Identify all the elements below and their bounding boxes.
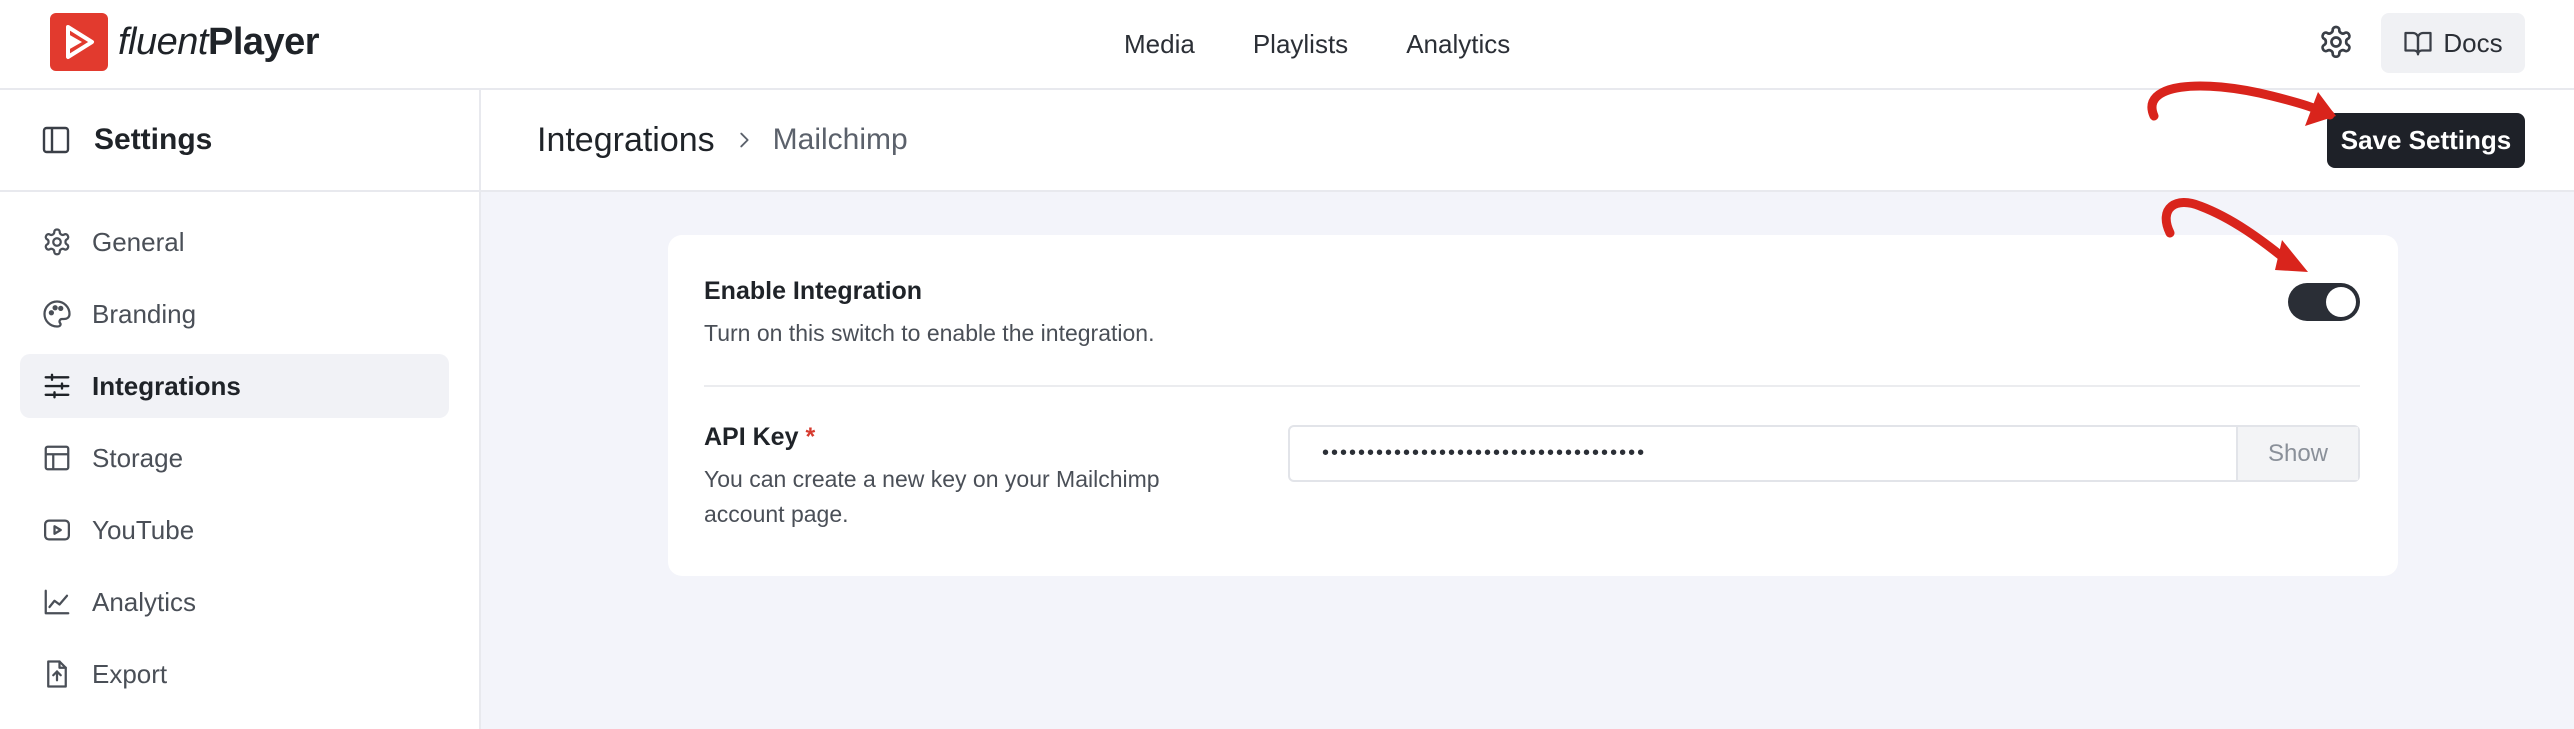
sliders-icon bbox=[44, 373, 70, 399]
sidebar-menu: General Branding Integrations Storage Yo… bbox=[0, 192, 479, 706]
sidebar-item-storage[interactable]: Storage bbox=[20, 426, 449, 490]
enable-integration-desc: Turn on this switch to enable the integr… bbox=[704, 320, 1155, 346]
settings-gear-icon[interactable] bbox=[2316, 22, 2356, 62]
settings-sidebar: Settings General Branding Integrations S… bbox=[0, 90, 481, 729]
sidebar-item-label: Branding bbox=[92, 298, 197, 329]
api-key-desc: You can create a new key on your Mailchi… bbox=[704, 466, 1160, 527]
gear-icon bbox=[44, 228, 70, 256]
trend-chart-icon bbox=[44, 589, 70, 615]
top-nav: Media Playlists Analytics bbox=[1124, 0, 1510, 88]
sidebar-item-youtube[interactable]: YouTube bbox=[20, 498, 449, 562]
sidebar-item-label: General bbox=[92, 226, 185, 257]
breadcrumb-current: Mailchimp bbox=[772, 123, 908, 156]
sidebar-item-export[interactable]: Export bbox=[20, 642, 449, 706]
sidebar-title: Settings bbox=[94, 123, 213, 156]
breadcrumb: Integrations Mailchimp bbox=[537, 90, 908, 190]
logo-play-icon bbox=[50, 13, 108, 71]
layout-icon bbox=[44, 445, 70, 471]
api-key-field: •••••••••••••••••••••••••••••••••••• Sho… bbox=[1288, 425, 2360, 482]
export-file-icon bbox=[47, 660, 67, 688]
docs-button[interactable]: Docs bbox=[2381, 13, 2525, 73]
chevron-right-icon bbox=[740, 132, 749, 148]
enable-integration-row: Enable Integration Turn on this switch t… bbox=[704, 277, 1154, 351]
main-content: Integrations Mailchimp Save Settings Ena… bbox=[481, 90, 2574, 729]
save-settings-button[interactable]: Save Settings bbox=[2327, 113, 2525, 168]
top-bar: fluentPlayer Media Playlists Analytics D… bbox=[0, 0, 2574, 90]
nav-media[interactable]: Media bbox=[1124, 29, 1195, 60]
sidebar-item-label: YouTube bbox=[92, 514, 195, 545]
sidebar-item-integrations[interactable]: Integrations bbox=[20, 354, 449, 418]
nav-playlists[interactable]: Playlists bbox=[1253, 29, 1348, 60]
api-key-input[interactable]: •••••••••••••••••••••••••••••••••••• bbox=[1290, 427, 2236, 480]
required-mark: * bbox=[805, 423, 816, 451]
toggle-knob bbox=[2326, 287, 2356, 317]
sidebar-item-general[interactable]: General bbox=[20, 210, 449, 274]
sidebar-header: Settings bbox=[0, 90, 479, 192]
api-key-row: API Key * You can create a new key on yo… bbox=[704, 423, 1244, 532]
api-key-label: API Key * bbox=[704, 423, 816, 451]
show-key-button[interactable]: Show bbox=[2236, 427, 2358, 480]
sidebar-item-label: Export bbox=[92, 658, 168, 689]
content-header: Integrations Mailchimp Save Settings bbox=[481, 90, 2574, 192]
play-square-icon bbox=[44, 519, 70, 541]
sidebar-toggle-icon[interactable] bbox=[40, 124, 72, 156]
sidebar-item-label: Storage bbox=[92, 442, 184, 473]
enable-integration-toggle[interactable] bbox=[2288, 283, 2360, 321]
divider bbox=[704, 385, 2360, 387]
brand-logo[interactable]: fluentPlayer bbox=[50, 13, 320, 71]
sidebar-item-branding[interactable]: Branding bbox=[20, 282, 449, 346]
nav-analytics[interactable]: Analytics bbox=[1406, 29, 1510, 60]
brand-name: fluentPlayer bbox=[118, 20, 320, 63]
palette-icon bbox=[43, 300, 71, 328]
sidebar-item-analytics[interactable]: Analytics bbox=[20, 570, 449, 634]
sidebar-item-label: Analytics bbox=[92, 586, 197, 617]
docs-label: Docs bbox=[2443, 27, 2503, 58]
sidebar-item-label: Integrations bbox=[92, 370, 241, 401]
integration-card: Enable Integration Turn on this switch t… bbox=[668, 235, 2398, 576]
breadcrumb-integrations[interactable]: Integrations bbox=[537, 121, 715, 160]
enable-integration-label: Enable Integration bbox=[704, 277, 923, 305]
book-icon bbox=[2404, 31, 2432, 56]
